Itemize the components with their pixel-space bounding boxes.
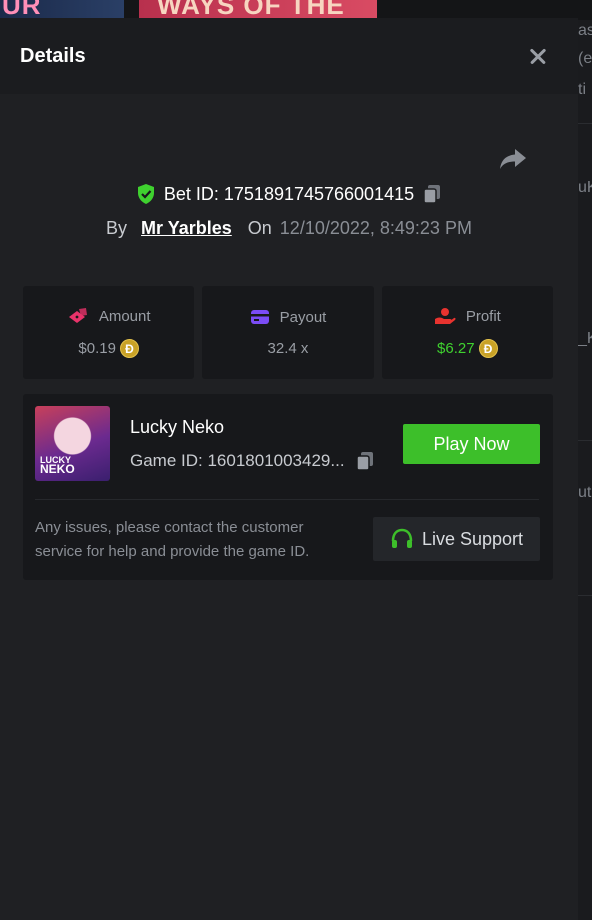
verified-shield-icon — [137, 184, 154, 204]
copy-icon[interactable] — [355, 450, 375, 472]
game-id: Game ID: 1601801003429... — [130, 451, 345, 470]
user-link[interactable]: Mr Yarbles — [141, 218, 232, 239]
hand-coin-icon — [434, 308, 456, 324]
stat-label: Profit — [465, 307, 501, 325]
background-game-thumbnail[interactable]: UR — [0, 0, 124, 20]
bet-meta-row: By Mr Yarbles On 12/10/2022, 8:49:23 PM — [0, 218, 578, 239]
copy-icon[interactable] — [422, 183, 442, 205]
stat-value: $6.27 — [437, 340, 475, 357]
game-name: Lucky Neko — [130, 417, 225, 437]
game-thumbnail[interactable]: LUCKY NEKO — [35, 406, 110, 481]
background-text: _K — [578, 330, 592, 347]
background-text: ut — [578, 484, 592, 501]
live-support-label: Live Support — [421, 528, 524, 549]
bet-id-row: Bet ID: 1751891745766001415 — [0, 183, 578, 205]
close-icon[interactable] — [526, 44, 550, 68]
share-icon[interactable] — [498, 146, 528, 172]
background-text: ti — [578, 81, 586, 98]
stat-label: Amount — [98, 307, 151, 325]
support-text: Any issues, please contact the customer … — [35, 519, 310, 560]
stat-value: $0.19 — [78, 340, 116, 357]
card-icon — [250, 310, 269, 324]
dice-icon — [68, 308, 87, 323]
stat-label: Payout — [279, 308, 327, 326]
divider — [578, 440, 592, 441]
background-text: as — [578, 22, 592, 39]
thumbnail-text: UR — [2, 0, 42, 20]
panel-title: Details — [20, 44, 86, 67]
stat-payout: Payout 32.4 x — [202, 286, 374, 379]
background-game-thumbnail[interactable]: WAYS OF THE — [139, 0, 377, 20]
stat-value: 32.4 x — [267, 339, 309, 357]
background-text: (e — [578, 50, 592, 67]
game-card: LUCKY NEKO Lucky Neko Game ID: 160180100… — [23, 394, 553, 580]
thumbnail-text: WAYS OF THE — [157, 0, 345, 20]
stats-row: Amount $0.19 Ð Payout 32.4 x Profit $6.2… — [23, 286, 553, 379]
game-id-row: Game ID: 1601801003429... — [130, 450, 375, 472]
divider — [578, 123, 592, 124]
bet-id: Bet ID: 1751891745766001415 — [163, 183, 415, 204]
live-support-button[interactable]: Live Support — [373, 517, 540, 561]
stat-profit: Profit $6.27 Ð — [381, 286, 553, 379]
background-text: uK — [578, 179, 592, 196]
doge-coin-icon: Ð — [478, 339, 498, 358]
on-label: On — [247, 218, 272, 238]
play-now-button[interactable]: Play Now — [403, 424, 540, 464]
by-label: By — [106, 218, 128, 238]
bet-date: 12/10/2022, 8:49:23 PM — [279, 218, 472, 238]
headset-icon — [391, 528, 413, 548]
thumbnail-logo: LUCKY NEKO — [40, 456, 75, 476]
thumbnail-logo-line: NEKO — [40, 462, 75, 476]
panel-header: Details — [0, 18, 578, 94]
stat-amount: Amount $0.19 Ð — [23, 286, 195, 379]
doge-coin-icon: Ð — [119, 339, 139, 358]
details-panel: Details Bet ID: 1751891745766001415 By M… — [0, 18, 578, 920]
divider — [35, 499, 539, 500]
divider — [578, 595, 592, 596]
